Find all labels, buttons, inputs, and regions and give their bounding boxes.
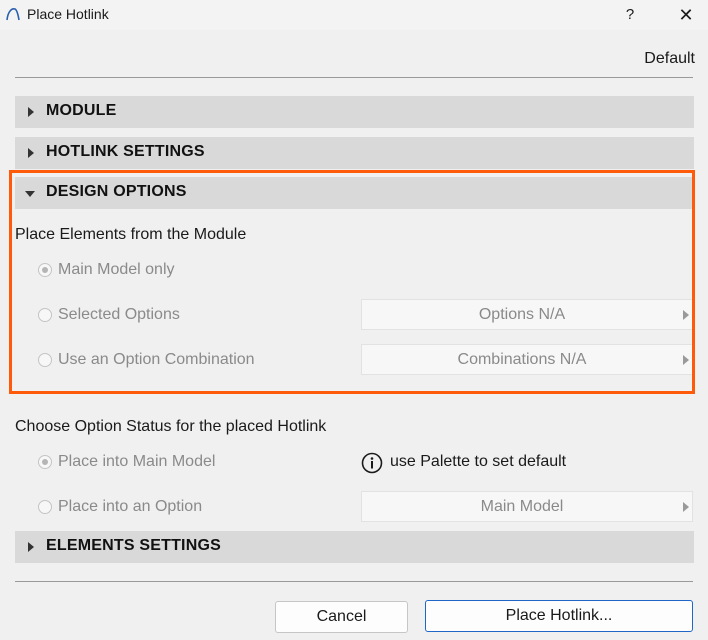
target-option-dropdown[interactable]: Main Model [361, 491, 693, 522]
target-option-dropdown-value: Main Model [480, 498, 564, 515]
chevron-right-icon [28, 542, 34, 552]
chevron-right-icon [28, 148, 34, 158]
design-options-highlight [9, 170, 695, 394]
section-elements-settings-label: ELEMENTS SETTINGS [46, 537, 221, 554]
close-button[interactable]: ✕ [672, 3, 700, 27]
radio-button[interactable] [38, 500, 52, 514]
divider [15, 77, 693, 78]
section-elements-settings[interactable]: ELEMENTS SETTINGS [15, 531, 694, 563]
section-module-label: MODULE [46, 102, 117, 119]
window-title: Place Hotlink [27, 6, 109, 22]
radio-label: Place into an Option [58, 498, 203, 515]
preset-selector[interactable]: Default [644, 50, 695, 68]
place-hotlink-button[interactable]: Place Hotlink... [425, 600, 693, 632]
cancel-button[interactable]: Cancel [275, 601, 408, 633]
info-icon [361, 452, 383, 474]
chevron-right-icon [683, 502, 689, 512]
section-hotlink-settings[interactable]: HOTLINK SETTINGS [15, 137, 694, 169]
section-module[interactable]: MODULE [15, 96, 694, 128]
radio-label: Place into Main Model [58, 453, 216, 470]
archicad-icon [6, 8, 20, 21]
option-status-label: Choose Option Status for the placed Hotl… [15, 418, 327, 435]
radio-button[interactable] [38, 455, 52, 469]
palette-info-text: use Palette to set default [390, 453, 567, 470]
title-bar: Place Hotlink ? ✕ [0, 0, 708, 30]
section-hotlink-settings-label: HOTLINK SETTINGS [46, 143, 205, 160]
divider [15, 581, 693, 582]
help-button[interactable]: ? [618, 4, 642, 26]
chevron-right-icon [28, 107, 34, 117]
